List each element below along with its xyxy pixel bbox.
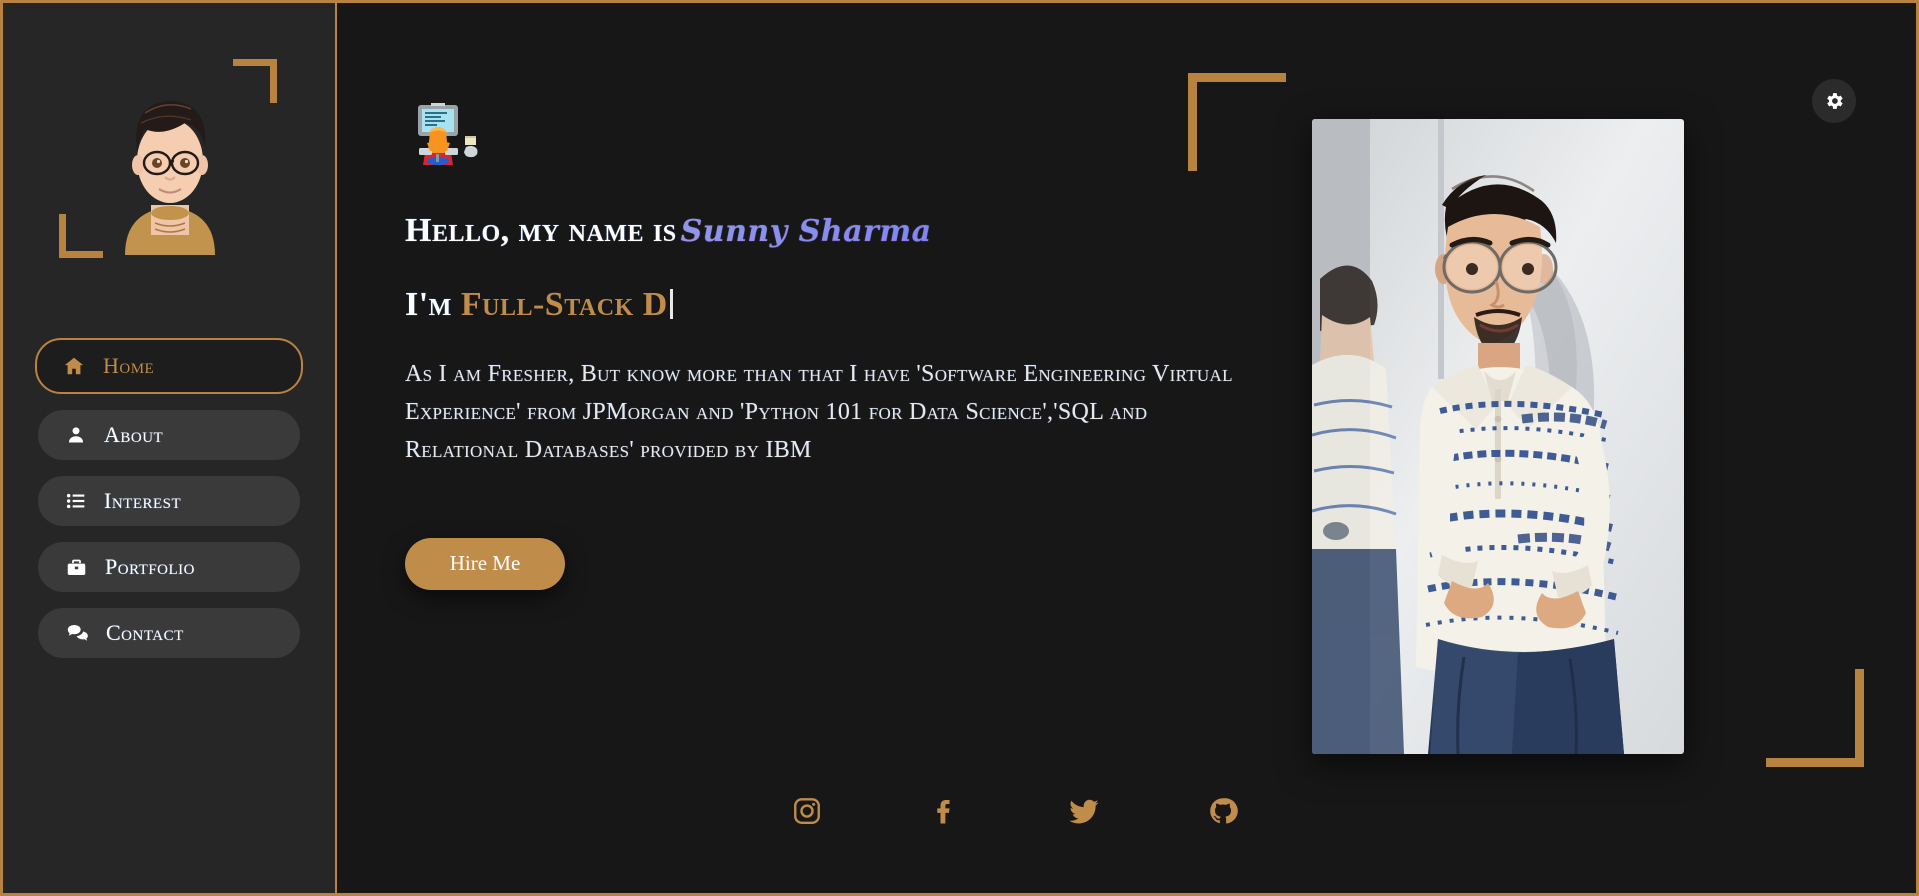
sidebar: Home About Interest Portfolio Contact [3,3,337,893]
sidebar-item-interest[interactable]: Interest [38,476,300,526]
sidebar-item-contact[interactable]: Contact [38,608,300,658]
social-link-twitter[interactable] [1068,796,1100,833]
bio-paragraph: As I am Fresher, But know more than that… [405,361,1233,463]
avatar [59,51,277,266]
typed-role-line: I'm Full-Stack D [405,286,1245,324]
sidebar-nav: Home About Interest Portfolio Contact [3,338,335,658]
list-icon [66,493,85,509]
settings-button[interactable] [1812,79,1856,123]
twitter-icon [1069,799,1099,824]
sidebar-item-label: Home [103,353,155,378]
portfolio-page: Home About Interest Portfolio Contact He… [3,3,1916,893]
owner-name: Sunny Sharma [677,214,932,249]
main-content: Hello, my name is Sunny Sharma I'm Full-S… [337,3,1916,893]
technologist-at-computer-emoji [418,103,478,165]
social-link-github[interactable] [1208,796,1238,833]
github-icon [1210,798,1238,824]
sidebar-item-about[interactable]: About [38,410,300,460]
social-links [792,796,1238,833]
social-link-facebook[interactable] [930,796,960,833]
profile-photo [1312,119,1684,754]
sidebar-item-label: Interest [104,488,182,513]
sidebar-item-label: About [104,422,164,447]
gear-icon [1827,93,1843,109]
typed-role-text: Full-Stack D [460,286,668,323]
avatar-illustration [125,101,215,255]
social-link-instagram[interactable] [792,796,822,833]
profile-photo-illustration [1312,119,1684,754]
sidebar-item-label: Portfolio [105,554,195,579]
photo-area [1188,61,1864,801]
sidebar-item-portfolio[interactable]: Portfolio [38,542,300,592]
facebook-icon [937,800,950,824]
typed-prefix: I'm [405,286,452,323]
sidebar-item-home[interactable]: Home [35,338,303,394]
person-icon [68,427,84,443]
chat-icon [67,625,88,641]
briefcase-icon [67,559,86,575]
greeting-heading: Hello, my name is Sunny Sharma [405,212,1245,250]
intro-block: Hello, my name is Sunny Sharma I'm Full-S… [405,103,1245,590]
home-icon [64,357,84,375]
sidebar-item-label: Contact [106,620,184,645]
instagram-icon [794,798,820,824]
typing-cursor [669,289,673,319]
greeting-text: Hello, my name is [405,212,677,249]
photo-corner-bottom-right [1766,669,1864,767]
photo-corner-top-left [1188,73,1286,171]
hire-me-button[interactable]: Hire Me [405,537,565,590]
